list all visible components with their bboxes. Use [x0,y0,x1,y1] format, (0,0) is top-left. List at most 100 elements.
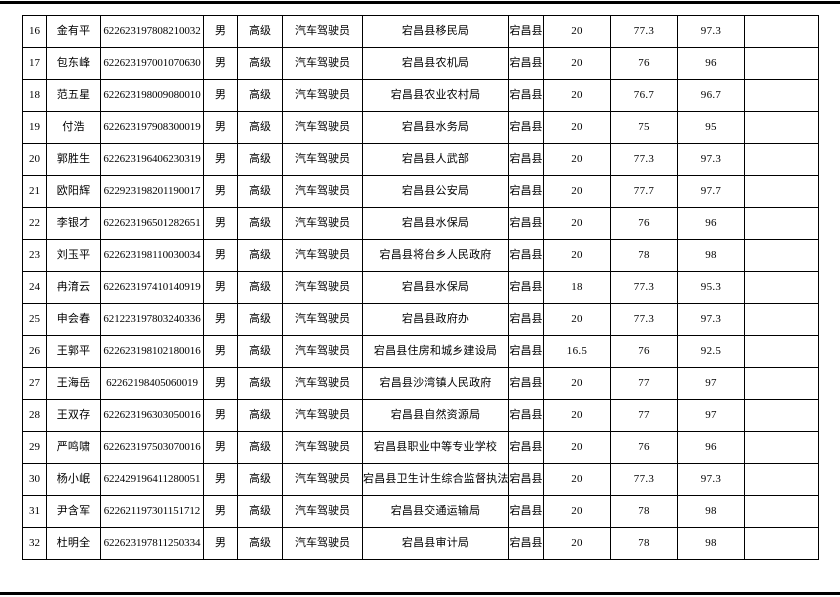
cell-total: 97.3 [677,463,745,496]
cell-sex: 男 [203,143,238,176]
cell-job: 汽车驾驶员 [282,79,363,112]
cell-seq: 24 [22,271,47,304]
cell-sex: 男 [203,111,238,144]
cell-seq: 17 [22,47,47,80]
cell-note [744,207,819,240]
cell-score1: 20 [543,527,611,560]
cell-job: 汽车驾驶员 [282,111,363,144]
cell-region: 宕昌县 [508,271,544,304]
cell-job: 汽车驾驶员 [282,303,363,336]
cell-total: 96 [677,431,745,464]
cell-note [744,335,819,368]
cell-seq: 27 [22,367,47,400]
cell-score2: 78 [610,495,678,528]
cell-job: 汽车驾驶员 [282,367,363,400]
cell-note [744,15,819,48]
cell-score2: 78 [610,527,678,560]
table-row: 25 申会春 621223197803240336 男高级 汽车驾驶员 宕昌县政府办 宕昌县… [22,303,819,336]
cell-level: 高级 [237,399,283,432]
cell-score1: 20 [543,111,611,144]
cell-score2: 77.3 [610,271,678,304]
cell-name: 王双存 [46,399,101,432]
cell-score2: 77.3 [610,303,678,336]
cell-note [744,239,819,272]
cell-seq: 25 [22,303,47,336]
cell-total: 98 [677,527,745,560]
cell-unit: 宕昌县农业农村局 [362,79,509,112]
cell-name: 欧阳辉 [46,175,101,208]
cell-score1: 20 [543,399,611,432]
cell-sex: 男 [203,15,238,48]
cell-level: 高级 [237,527,283,560]
cell-region: 宕昌县 [508,79,544,112]
cell-id-number: 622623197503070016 [100,431,204,464]
cell-total: 97.3 [677,15,745,48]
cell-level: 高级 [237,15,283,48]
cell-job: 汽车驾驶员 [282,335,363,368]
cell-note [744,367,819,400]
cell-unit: 宕昌县政府办 [362,303,509,336]
cell-total: 98 [677,495,745,528]
cell-seq: 23 [22,239,47,272]
cell-region: 宕昌县 [508,143,544,176]
cell-unit: 宕昌县住房和城乡建设局 [362,335,509,368]
cell-note [744,271,819,304]
cell-score2: 77.3 [610,15,678,48]
cell-score1: 20 [543,239,611,272]
cell-seq: 18 [22,79,47,112]
cell-seq: 28 [22,399,47,432]
roster-table-container: 16 金有平 622623197808210032 男高级 汽车驾驶员 宕昌县移民局 宕昌县… [22,15,819,560]
cell-seq: 26 [22,335,47,368]
cell-region: 宕昌县 [508,47,544,80]
cell-unit: 宕昌县交通运输局 [362,495,509,528]
table-row: 28 王双存 622623196303050016 男高级 汽车驾驶员 宕昌县自然资源局宕… [22,399,819,432]
table-row: 20 郭胜生 622623196406230319 男高级 汽车驾驶员 宕昌县人武部 宕昌县… [22,143,819,176]
cell-unit: 宕昌县将台乡人民政府 [362,239,509,272]
cell-note [744,527,819,560]
cell-total: 97 [677,367,745,400]
cell-level: 高级 [237,431,283,464]
cell-note [744,111,819,144]
roster-table: 16 金有平 622623197808210032 男高级 汽车驾驶员 宕昌县移民局 宕昌县… [22,15,819,560]
cell-sex: 男 [203,527,238,560]
cell-sex: 男 [203,367,238,400]
cell-sex: 男 [203,463,238,496]
cell-score1: 20 [543,303,611,336]
cell-job: 汽车驾驶员 [282,239,363,272]
cell-region: 宕昌县 [508,175,544,208]
cell-level: 高级 [237,463,283,496]
cell-score2: 76 [610,47,678,80]
cell-region: 宕昌县 [508,399,544,432]
cell-name: 申会春 [46,303,101,336]
cell-level: 高级 [237,143,283,176]
cell-id-number: 621223197803240336 [100,303,204,336]
cell-level: 高级 [237,303,283,336]
table-row: 29 严鸣啸 622623197503070016 男高级 汽车驾驶员 宕昌县职业中等专业… [22,431,819,464]
cell-unit: 宕昌县自然资源局 [362,399,509,432]
cell-job: 汽车驾驶员 [282,143,363,176]
cell-name: 王郭平 [46,335,101,368]
cell-sex: 男 [203,79,238,112]
cell-unit: 宕昌县人武部 [362,143,509,176]
cell-total: 97.3 [677,303,745,336]
cell-note [744,399,819,432]
cell-sex: 男 [203,175,238,208]
cell-id-number: 622623198102180016 [100,335,204,368]
cell-score2: 77.3 [610,463,678,496]
cell-total: 95.3 [677,271,745,304]
table-row: 30 杨小岷 622429196411280051 男高级 汽车驾驶员 宕昌县卫生计生综合… [22,463,819,496]
cell-job: 汽车驾驶员 [282,47,363,80]
cell-score2: 77 [610,399,678,432]
cell-unit: 宕昌县公安局 [362,175,509,208]
cell-unit: 宕昌县职业中等专业学校 [362,431,509,464]
cell-score1: 20 [543,15,611,48]
page-top-rule [0,1,840,4]
cell-note [744,47,819,80]
cell-region: 宕昌县 [508,527,544,560]
table-row: 21 欧阳辉 622923198201190017 男高级 汽车驾驶员 宕昌县公安局 宕昌县… [22,175,819,208]
cell-seq: 21 [22,175,47,208]
cell-unit: 宕昌县沙湾镇人民政府 [362,367,509,400]
cell-job: 汽车驾驶员 [282,207,363,240]
cell-score1: 20 [543,495,611,528]
cell-score2: 77 [610,367,678,400]
